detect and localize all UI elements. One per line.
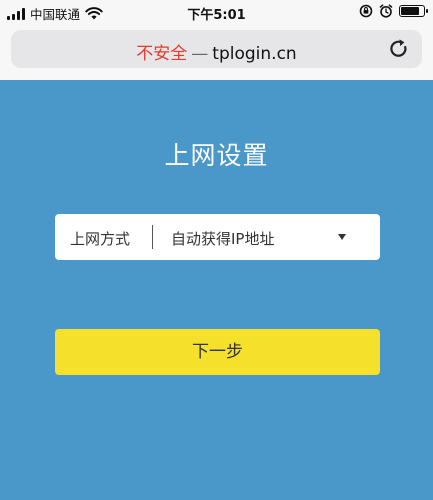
url-display[interactable]: 不安全 — tplogin.cn — [11, 39, 422, 64]
address-bar[interactable]: 不安全 — tplogin.cn — [11, 30, 422, 68]
connection-type-select[interactable]: 上网方式 自动获得IP地址 — [55, 214, 380, 260]
next-button[interactable]: 下一步 — [55, 329, 380, 375]
battery-icon — [399, 5, 428, 17]
status-right — [359, 4, 428, 18]
page-title: 上网设置 — [164, 141, 269, 170]
connection-type-label: 上网方式 — [70, 230, 131, 248]
status-bar: 中国联通 下午5:01 — [0, 0, 433, 24]
page-content: 上网设置 上网方式 自动获得IP地址 下一步 — [0, 80, 433, 500]
field-divider — [152, 225, 153, 249]
chevron-down-icon[interactable] — [338, 234, 346, 240]
rotation-lock-icon — [359, 4, 373, 18]
browser-toolbar: 不安全 — tplogin.cn — [0, 24, 433, 80]
alarm-icon — [379, 4, 393, 18]
reload-icon[interactable] — [388, 38, 410, 60]
battery-level — [401, 7, 419, 15]
connection-type-value[interactable]: 自动获得IP地址 — [171, 228, 274, 249]
url-domain: tplogin.cn — [212, 44, 297, 64]
insecure-warning: 不安全 — [136, 44, 188, 64]
url-separator: — — [191, 44, 209, 64]
